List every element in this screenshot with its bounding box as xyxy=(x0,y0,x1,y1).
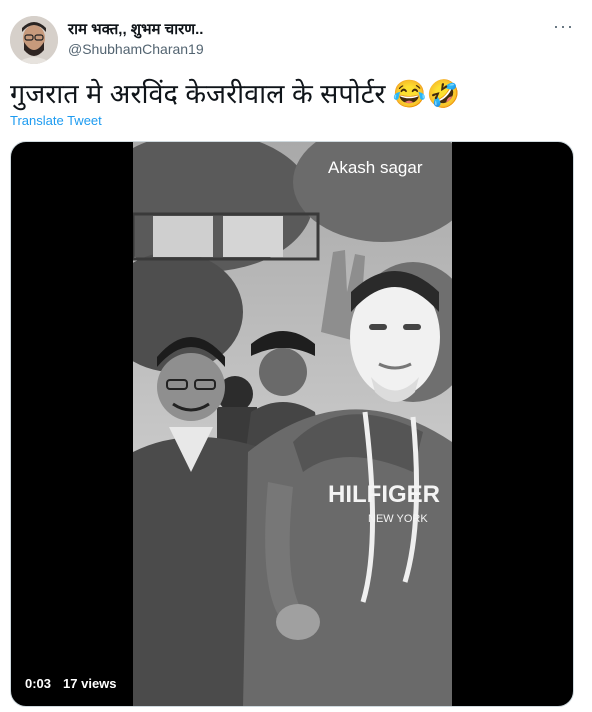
video-still: HILFIGER NEW YORK xyxy=(133,142,452,706)
video-views: 17 views xyxy=(63,676,117,691)
author-name[interactable]: राम भक्त,, शुभम चारण.. xyxy=(68,19,203,39)
more-dots-icon[interactable]: ··· xyxy=(553,16,574,37)
video-watermark: Akash sagar xyxy=(328,158,423,177)
video-meta: 0:03 17 views xyxy=(25,676,117,691)
sweater-subtext: NEW YORK xyxy=(368,513,428,525)
translate-tweet-link[interactable]: Translate Tweet xyxy=(10,113,102,128)
video-time: 0:03 xyxy=(25,676,52,691)
avatar[interactable] xyxy=(10,16,58,64)
avatar-photo xyxy=(10,16,58,64)
author-handle[interactable]: @ShubhamCharan19 xyxy=(68,41,204,57)
sweater-text: HILFIGER xyxy=(328,481,440,508)
video-player[interactable]: HILFIGER NEW YORK Akash sagar 0:03 17 vi… xyxy=(10,141,574,707)
video-frame[interactable]: HILFIGER NEW YORK Akash sagar xyxy=(133,142,452,706)
tweet-text: गुजरात मे अरविंद केजरीवाल के सपोर्टर 😂🤣 xyxy=(10,79,461,109)
